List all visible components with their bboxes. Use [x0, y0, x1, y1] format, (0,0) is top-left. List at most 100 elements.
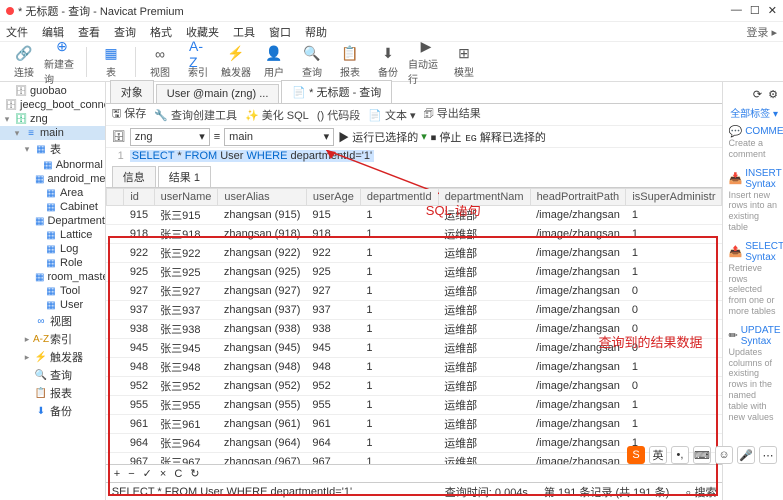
tab-1[interactable]: User @main (zng) ...: [156, 84, 280, 103]
qtool-5[interactable]: 🗊 导出结果: [424, 105, 481, 124]
gridbtn-5[interactable]: ↻: [188, 467, 201, 480]
toolbar-模型[interactable]: ⊞模型: [446, 44, 482, 80]
table-row[interactable]: 938张三938zhangsan (938)9381运维部/image/zhan…: [106, 320, 722, 339]
settings-icon[interactable]: ⚙: [768, 88, 778, 101]
ime-icon[interactable]: S: [627, 446, 645, 464]
table-row[interactable]: 937张三937zhangsan (937)9371运维部/image/zhan…: [106, 301, 722, 320]
qtool-1[interactable]: 🔧 查询创建工具: [154, 107, 237, 123]
stop-button[interactable]: ⏹ 停止: [431, 129, 462, 145]
tree-jeecg_boot_connect[interactable]: 🗄jeecg_boot_connect: [0, 98, 105, 112]
connection-select[interactable]: zng▾: [130, 128, 210, 146]
col-isSuperAdministr[interactable]: isSuperAdministr: [626, 189, 722, 206]
tree-guobao[interactable]: 🗄guobao: [0, 84, 105, 98]
menu-6[interactable]: 工具: [233, 24, 255, 40]
gridbtn-0[interactable]: +: [112, 468, 122, 480]
tree-索引[interactable]: ▸A-Z索引: [0, 330, 105, 348]
tree-查询[interactable]: 🔍查询: [0, 366, 105, 384]
status-search[interactable]: ⌕ 搜索: [685, 484, 716, 500]
sidebar-tree[interactable]: 🗄guobao🗄jeecg_boot_connect▾🗄zng▾≡main▾▦表…: [0, 82, 106, 500]
tree-报表[interactable]: 📋报表: [0, 384, 105, 402]
col-id[interactable]: id: [124, 189, 154, 206]
tree-Abnormal[interactable]: ▦Abnormal: [0, 158, 105, 172]
col-userName[interactable]: userName: [154, 189, 218, 206]
toolbar-查询[interactable]: 🔍查询: [294, 44, 330, 80]
col-userAge[interactable]: userAge: [306, 189, 360, 206]
refresh-icon[interactable]: ⟳: [753, 88, 762, 101]
tab-2[interactable]: 📄 * 无标题 - 查询: [281, 80, 392, 103]
gridbtn-2[interactable]: ✓: [141, 467, 154, 480]
toolbar-索引[interactable]: A-Z索引: [180, 44, 216, 80]
toolbar-新建查询[interactable]: ⊕新建查询: [44, 44, 80, 80]
col-departmentId[interactable]: departmentId: [360, 189, 438, 206]
gridbtn-4[interactable]: C: [172, 468, 184, 480]
table-row[interactable]: 952张三952zhangsan (952)9521运维部/image/zhan…: [106, 377, 722, 396]
menu-4[interactable]: 格式: [150, 24, 172, 40]
table-row[interactable]: 922张三922zhangsan (922)9221运维部/image/zhan…: [106, 244, 722, 263]
sql-editor[interactable]: 1 SELECT * FROM User WHERE departmentId=…: [106, 148, 723, 168]
menu-7[interactable]: 窗口: [269, 24, 291, 40]
gridbtn-3[interactable]: ×: [158, 468, 168, 480]
maximize-icon[interactable]: ☐: [750, 4, 760, 17]
gridbtn-1[interactable]: −: [126, 468, 136, 480]
toolbar-自动运行[interactable]: ▶自动运行: [408, 44, 444, 80]
snippet-INSERT Syntax[interactable]: 📥 INSERT Syntax (AllInsert new rows into…: [726, 165, 780, 236]
table-row[interactable]: 948张三948zhangsan (948)9481运维部/image/zhan…: [106, 358, 722, 377]
sql-text[interactable]: SELECT * FROM User WHERE departmentId='1…: [130, 150, 374, 162]
menu-3[interactable]: 查询: [114, 24, 136, 40]
tree-表[interactable]: ▾▦表: [0, 140, 105, 158]
tree-main[interactable]: ▾≡main: [0, 126, 105, 140]
tab-0[interactable]: 对象: [110, 80, 154, 103]
tree-触发器[interactable]: ▸⚡触发器: [0, 348, 105, 366]
tree-Tool[interactable]: ▦Tool: [0, 284, 105, 298]
snippet-COMMENTS[interactable]: 💬 COMMENTS (AllCreate a comment: [726, 122, 780, 163]
tree-Cabinet[interactable]: ▦Cabinet: [0, 200, 105, 214]
tree-Role[interactable]: ▦Role: [0, 256, 105, 270]
toolbar-表[interactable]: ▦表: [93, 44, 129, 80]
menu-2[interactable]: 查看: [78, 24, 100, 40]
tree-Area[interactable]: ▦Area: [0, 186, 105, 200]
table-row[interactable]: 925张三925zhangsan (925)9251运维部/image/zhan…: [106, 263, 722, 282]
table-row[interactable]: 927张三927zhangsan (927)9271运维部/image/zhan…: [106, 282, 722, 301]
toolbar-用户[interactable]: 👤用户: [256, 44, 292, 80]
tree-room_master_table[interactable]: ▦room_master_table: [0, 270, 105, 284]
ime-more-icon[interactable]: ⋯: [759, 446, 777, 464]
close-icon[interactable]: ✕: [768, 4, 777, 17]
qtool-0[interactable]: 🖫 保存: [112, 105, 146, 124]
table-row[interactable]: 945张三945zhangsan (945)9451运维部/image/zhan…: [106, 339, 722, 358]
tree-Department[interactable]: ▦Department: [0, 214, 105, 228]
ime-mic-icon[interactable]: 🎤: [737, 446, 755, 464]
ime-lang[interactable]: 英: [649, 446, 667, 464]
rtab-1[interactable]: 结果 1: [158, 166, 211, 187]
toolbar-连接[interactable]: 🔗连接: [6, 44, 42, 80]
tree-Lattice[interactable]: ▦Lattice: [0, 228, 105, 242]
col-headPortraitPath[interactable]: headPortraitPath: [530, 189, 626, 206]
table-row[interactable]: 955张三955zhangsan (955)9551运维部/image/zhan…: [106, 396, 722, 415]
minimize-icon[interactable]: —: [731, 4, 742, 17]
snippet-UPDATE Syntax[interactable]: ✏ UPDATE Syntax (AllUpdates columns of e…: [726, 322, 780, 426]
menu-8[interactable]: 帮助: [305, 24, 327, 40]
qtool-3[interactable]: () 代码段: [317, 107, 360, 123]
qtool-2[interactable]: ✨ 美化 SQL: [245, 107, 309, 123]
login-link[interactable]: 登录 ▸: [746, 24, 777, 40]
menu-0[interactable]: 文件: [6, 24, 28, 40]
tree-视图[interactable]: ∞视图: [0, 312, 105, 330]
run-button[interactable]: ▶ 运行已选择的 ▾: [338, 129, 427, 145]
qtool-4[interactable]: 📄 文本 ▾: [368, 107, 415, 123]
toolbar-触发器[interactable]: ⚡触发器: [218, 44, 254, 80]
snippet-SELECT Syntax[interactable]: 📤 SELECT Syntax (AllRetrieve rows select…: [726, 238, 780, 320]
toolbar-报表[interactable]: 📋报表: [332, 44, 368, 80]
table-row[interactable]: 915张三915zhangsan (915)9151运维部/image/zhan…: [106, 206, 722, 225]
tree-zng[interactable]: ▾🗄zng: [0, 112, 105, 126]
rtab-0[interactable]: 信息: [112, 166, 156, 187]
table-row[interactable]: 961张三961zhangsan (961)9611运维部/image/zhan…: [106, 415, 722, 434]
ime-punct[interactable]: •,: [671, 446, 689, 464]
col-userAlias[interactable]: userAlias: [218, 189, 306, 206]
col-departmentNam[interactable]: departmentNam: [438, 189, 530, 206]
tree-User[interactable]: ▦User: [0, 298, 105, 312]
database-select[interactable]: main▾: [224, 128, 334, 146]
toolbar-视图[interactable]: ∞视图: [142, 44, 178, 80]
ime-keyboard-icon[interactable]: ⌨: [693, 446, 711, 464]
toolbar-备份[interactable]: ⬇备份: [370, 44, 406, 80]
explain-button[interactable]: ᴇɢ 解释已选择的: [465, 129, 546, 145]
tree-Log[interactable]: ▦Log: [0, 242, 105, 256]
